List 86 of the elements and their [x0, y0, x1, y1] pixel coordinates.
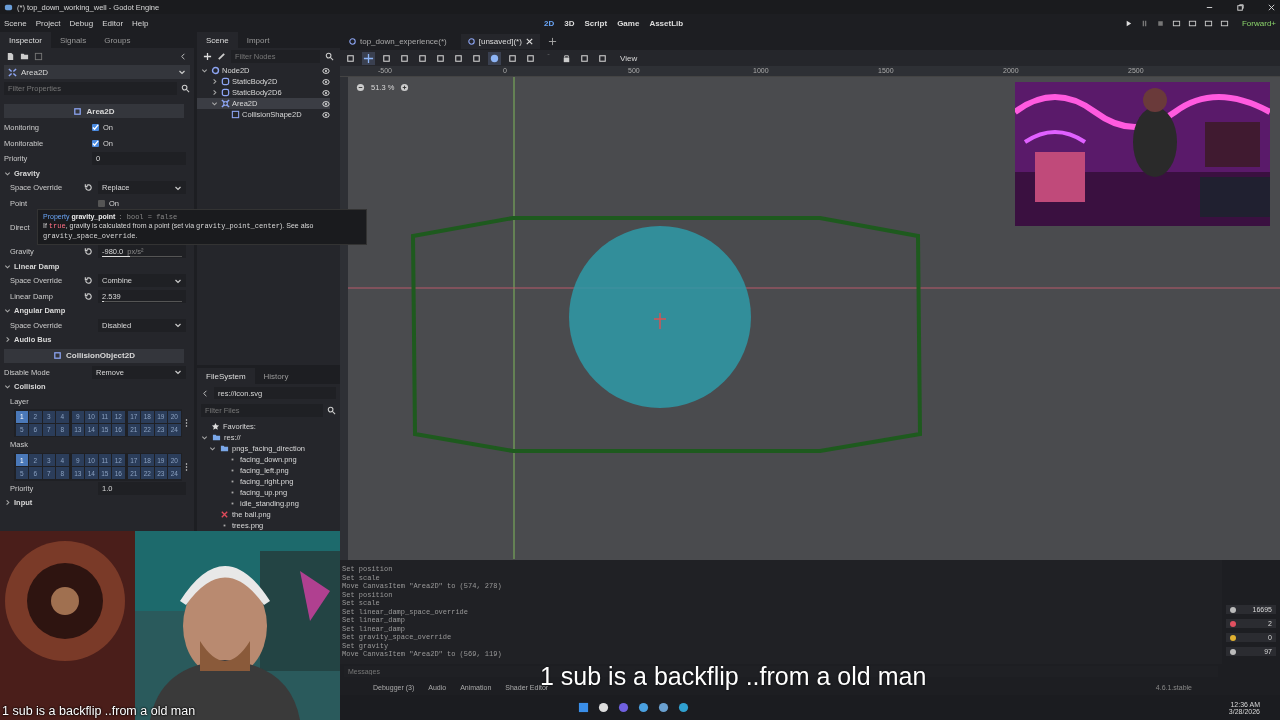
godot-taskbar-icon[interactable]: [658, 702, 669, 713]
revert-icon[interactable]: [84, 247, 93, 257]
shape-icon: [231, 110, 240, 119]
dot-icon: [1230, 648, 1236, 655]
search-icon[interactable]: [327, 406, 336, 415]
browser-taskbar-icon[interactable]: [598, 702, 609, 713]
origin-gizmo-icon: [653, 312, 667, 330]
class-name: Area2D: [86, 106, 115, 116]
tab-label: top_down_experience(*): [360, 36, 447, 46]
workspace-tab[interactable]: 2D: [544, 18, 555, 28]
more-icon[interactable]: [185, 460, 188, 473]
visibility-icon[interactable]: [322, 99, 330, 108]
visibility-icon[interactable]: [322, 77, 330, 86]
stop-icon[interactable]: [1156, 18, 1165, 28]
node-circle-icon: [211, 66, 220, 75]
star-icon: [211, 422, 220, 431]
save-icon[interactable]: [34, 52, 43, 61]
dock-tab[interactable]: Import: [237, 32, 279, 48]
visibility-icon[interactable]: [322, 66, 330, 75]
dot-icon: [1230, 620, 1236, 627]
revert-icon[interactable]: [84, 276, 93, 286]
restore-icon[interactable]: [1236, 2, 1245, 12]
class-icon: [73, 106, 83, 116]
caption: 1 sub is a backflip ..from a old man: [2, 704, 196, 718]
workspace-tab[interactable]: Script: [584, 18, 608, 28]
object-dropdown[interactable]: Area2D: [4, 65, 190, 79]
checkbox[interactable]: [92, 124, 99, 132]
menu-item[interactable]: Project: [35, 18, 61, 28]
play-icon[interactable]: [1124, 18, 1133, 28]
start-taskbar-icon[interactable]: [578, 702, 589, 713]
back-icon[interactable]: [179, 52, 188, 61]
move-tool-icon[interactable]: [362, 51, 375, 65]
caret-icon: [174, 321, 182, 330]
dock-tab[interactable]: Signals: [50, 32, 96, 48]
close-icon[interactable]: [1267, 2, 1276, 12]
area-icon: [221, 99, 230, 108]
checkbox[interactable]: [98, 199, 105, 207]
menu-item[interactable]: Help: [132, 18, 149, 28]
zoom-in-icon[interactable]: [400, 83, 410, 92]
checkbox[interactable]: [92, 139, 99, 147]
caret-icon: [178, 68, 186, 76]
workspace-tab[interactable]: AssetLib: [649, 18, 684, 28]
revert-icon[interactable]: [84, 183, 93, 193]
dock-tab[interactable]: History: [254, 368, 298, 384]
document-tab[interactable]: [unsaved](*): [460, 33, 540, 49]
class-name: CollisionObject2D: [66, 351, 135, 360]
renderer-dropdown[interactable]: Forward+: [1242, 18, 1276, 28]
folder-icon[interactable]: [20, 52, 29, 61]
new-resource-icon[interactable]: [6, 52, 15, 61]
close-icon[interactable]: [524, 36, 534, 46]
view-menu[interactable]: View: [620, 53, 638, 63]
search-icon[interactable]: [325, 52, 334, 61]
revert-icon[interactable]: [84, 291, 93, 301]
menu-item[interactable]: Debug: [69, 18, 94, 28]
document-tab[interactable]: top_down_experience(*): [342, 33, 453, 49]
edge-taskbar-icon[interactable]: [678, 702, 689, 713]
chat-taskbar-icon[interactable]: [618, 702, 629, 713]
add-icon[interactable]: [203, 52, 212, 61]
zoom-out-icon[interactable]: [356, 83, 365, 92]
search-icon[interactable]: [181, 84, 190, 93]
dock-tab[interactable]: Groups: [95, 32, 140, 48]
caret-icon: [174, 368, 182, 377]
area-icon: [8, 67, 17, 77]
photos-taskbar-icon[interactable]: [638, 702, 649, 713]
pause-icon[interactable]: [1140, 18, 1149, 28]
image-icon: [220, 510, 229, 519]
back-icon[interactable]: [201, 388, 210, 398]
menu-item[interactable]: Editor: [102, 18, 124, 28]
app-icon: [4, 2, 13, 12]
link-icon[interactable]: [217, 52, 226, 61]
workspace-tab[interactable]: Game: [617, 18, 640, 28]
visibility-icon[interactable]: [322, 88, 330, 97]
tab-label: [unsaved](*): [478, 36, 522, 46]
workspace-tab[interactable]: 3D: [564, 18, 575, 28]
visibility-icon[interactable]: [322, 110, 330, 119]
dock-tab[interactable]: Inspector: [0, 32, 51, 48]
more-icon[interactable]: [185, 417, 188, 429]
add-tab-icon[interactable]: [547, 36, 557, 46]
object-name: Area2D: [21, 67, 49, 77]
class-icon: [53, 351, 63, 360]
snap-tool-icon[interactable]: [488, 51, 501, 65]
menu-item[interactable]: Scene: [4, 18, 27, 28]
dot-icon: [1230, 606, 1236, 613]
dock-tab[interactable]: FileSystem: [197, 368, 255, 384]
dock-tab[interactable]: Scene: [197, 32, 238, 48]
dot-icon: [1230, 634, 1236, 641]
